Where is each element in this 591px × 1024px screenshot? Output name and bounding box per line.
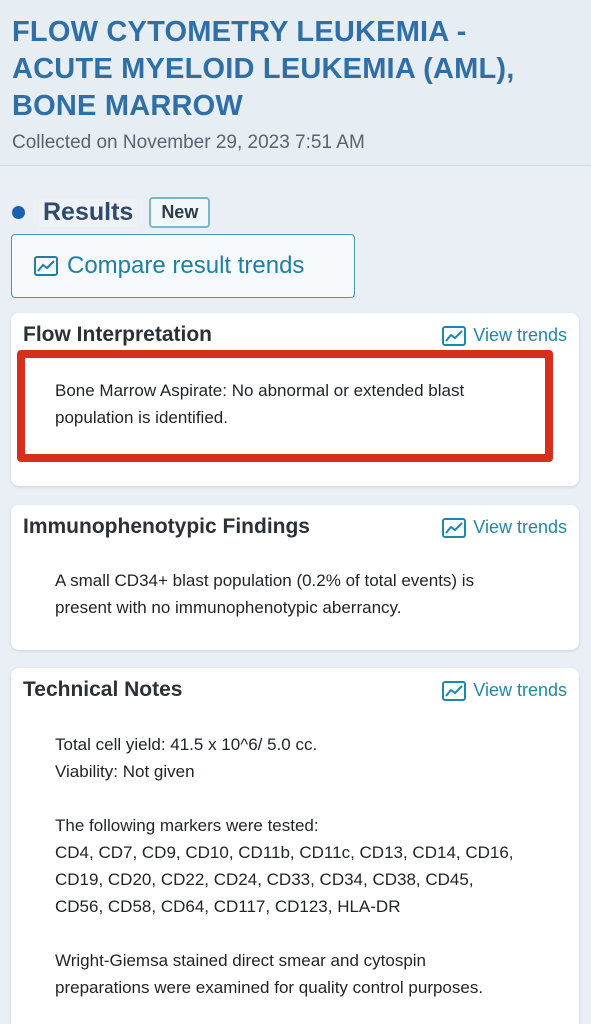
view-trends-link[interactable]: View trends [442, 325, 567, 346]
results-section-header: Results New [12, 192, 211, 232]
technical-notes-text: Total cell yield: 41.5 x 10^6/ 5.0 cc. V… [55, 731, 555, 1001]
body-line: CD4, CD7, CD9, CD10, CD11b, CD11c, CD13,… [55, 843, 514, 862]
immunophenotypic-findings-card: Immunophenotypic Findings View trends A … [11, 505, 579, 650]
card-title: Immunophenotypic Findings [23, 515, 310, 538]
body-line: CD19, CD20, CD22, CD24, CD33, CD34, CD38… [55, 870, 474, 889]
body-line: Viability: Not given [55, 762, 195, 781]
body-line: preparations were examined for quality c… [55, 978, 484, 997]
compare-result-trends-button[interactable]: Compare result trends [11, 234, 355, 298]
compare-button-label: Compare result trends [67, 252, 305, 279]
view-trends-label: View trends [473, 680, 567, 700]
status-dot [12, 205, 25, 219]
page-title: FLOW CYTOMETRY LEUKEMIA - ACUTE MYELOID … [12, 16, 515, 122]
body-line: The following markers were tested: [55, 816, 319, 835]
trend-chart-icon [442, 680, 467, 701]
trend-chart-icon [442, 517, 467, 538]
view-trends-label: View trends [473, 517, 567, 537]
collected-date: Collected on November 29, 2023 7:51 AM [12, 132, 365, 153]
body-line [55, 785, 555, 812]
card-title: Flow Interpretation [23, 323, 212, 346]
header: FLOW CYTOMETRY LEUKEMIA - ACUTE MYELOID … [0, 0, 591, 166]
technical-notes-card: Technical Notes View trends Total cell y… [11, 668, 579, 1024]
view-trends-link[interactable]: View trends [442, 680, 567, 701]
body-line: Wright-Giemsa stained direct smear and c… [55, 951, 427, 970]
body-line [55, 920, 555, 947]
view-trends-label: View trends [473, 325, 567, 345]
page: FLOW CYTOMETRY LEUKEMIA - ACUTE MYELOID … [0, 0, 591, 1024]
card-title: Technical Notes [23, 678, 183, 701]
body-line: Total cell yield: 41.5 x 10^6/ 5.0 cc. [55, 735, 318, 754]
trend-chart-icon [442, 325, 467, 346]
view-trends-link[interactable]: View trends [442, 517, 567, 538]
body-line: present with no immunophenotypic aberran… [55, 598, 402, 617]
immunophenotypic-findings-text: A small CD34+ blast population (0.2% of … [55, 567, 555, 621]
trend-chart-icon [34, 256, 58, 276]
body-line: A small CD34+ blast population (0.2% of … [55, 571, 475, 590]
body-line: CD56, CD58, CD64, CD117, CD123, HLA-DR [55, 897, 401, 916]
results-heading: Results [39, 197, 138, 227]
new-badge: New [149, 196, 211, 228]
highlight-annotation-box [17, 350, 553, 462]
